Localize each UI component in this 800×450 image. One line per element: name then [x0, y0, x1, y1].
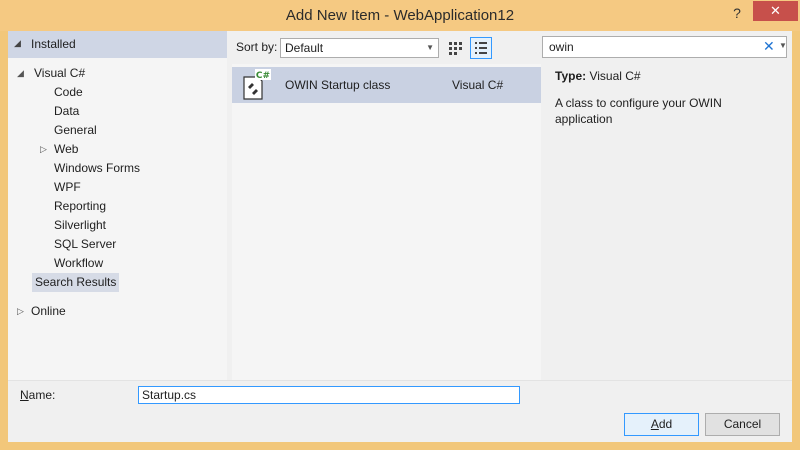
help-button[interactable]: ?: [727, 5, 747, 25]
template-row[interactable]: C# OWIN Startup class Visual C#: [232, 67, 541, 103]
template-description: A class to configure your OWIN applicati…: [555, 96, 722, 126]
close-button[interactable]: ✕: [753, 1, 798, 21]
medium-icons-view-icon[interactable]: [447, 40, 463, 56]
chevron-down-icon[interactable]: ▼: [779, 41, 787, 50]
tree-item-label: Visual C#: [34, 66, 86, 80]
expanded-arrow-icon: ◢: [17, 68, 24, 78]
sort-dropdown[interactable]: Default ▼: [280, 38, 439, 58]
sort-label: Sort by:: [236, 40, 278, 54]
tree-item-label: Web: [54, 142, 79, 156]
template-list: C# OWIN Startup class Visual C#: [232, 64, 541, 380]
type-label: Type:: [555, 69, 587, 83]
add-button[interactable]: Add: [624, 413, 699, 436]
tree-item-silverlight[interactable]: Silverlight: [54, 216, 106, 235]
collapsed-arrow-icon: ▷: [17, 306, 24, 316]
template-language: Visual C#: [452, 78, 504, 92]
cancel-button[interactable]: Cancel: [705, 413, 780, 436]
divider: [8, 380, 792, 381]
installed-header[interactable]: ◢ Installed: [8, 31, 227, 58]
tree-item-search-results[interactable]: Search Results: [32, 273, 120, 292]
name-label: Name:: [20, 388, 56, 402]
tree-item-label: Online: [31, 304, 66, 318]
collapse-arrow-icon: ◢: [14, 38, 21, 48]
tree-item-workflow[interactable]: Workflow: [54, 254, 103, 273]
category-panel: ◢ Installed ◢ Visual C# Code Data Genera…: [8, 31, 227, 380]
search-input[interactable]: owin ✕ ▼: [542, 36, 787, 58]
template-name: OWIN Startup class: [285, 78, 391, 92]
chevron-down-icon: ▼: [426, 43, 434, 52]
clear-search-icon[interactable]: ✕: [763, 38, 775, 55]
csharp-badge: C#: [256, 71, 270, 81]
tree-item-code[interactable]: Code: [54, 83, 83, 102]
tree-item-sql-server[interactable]: SQL Server: [54, 235, 116, 254]
tree-item-windows-forms[interactable]: Windows Forms: [54, 159, 140, 178]
tree-item-general[interactable]: General: [54, 121, 97, 140]
sort-toolbar: Sort by: Default ▼: [228, 34, 528, 60]
title-bar[interactable]: Add New Item - WebApplication12 ? ✕: [0, 0, 800, 31]
tree-item-data[interactable]: Data: [54, 102, 79, 121]
installed-label: Installed: [31, 37, 76, 51]
csharp-class-file-icon: C#: [243, 69, 271, 100]
name-field[interactable]: Startup.cs: [138, 386, 520, 404]
list-view-icon: [475, 42, 487, 54]
dialog-body: ◢ Installed ◢ Visual C# Code Data Genera…: [8, 31, 792, 442]
close-icon: ✕: [770, 3, 781, 18]
collapsed-arrow-icon: ▷: [40, 144, 47, 154]
template-info-panel: Type: Visual C# A class to configure you…: [555, 69, 775, 127]
type-value: Visual C#: [589, 69, 641, 83]
window-title: Add New Item - WebApplication12: [285, 7, 515, 24]
search-value: owin: [549, 40, 574, 54]
list-view-button[interactable]: [470, 37, 492, 59]
sort-value: Default: [285, 41, 324, 55]
tree-item-reporting[interactable]: Reporting: [54, 197, 106, 216]
tree-item-wpf[interactable]: WPF: [54, 178, 81, 197]
template-type: Type: Visual C#: [555, 69, 775, 83]
